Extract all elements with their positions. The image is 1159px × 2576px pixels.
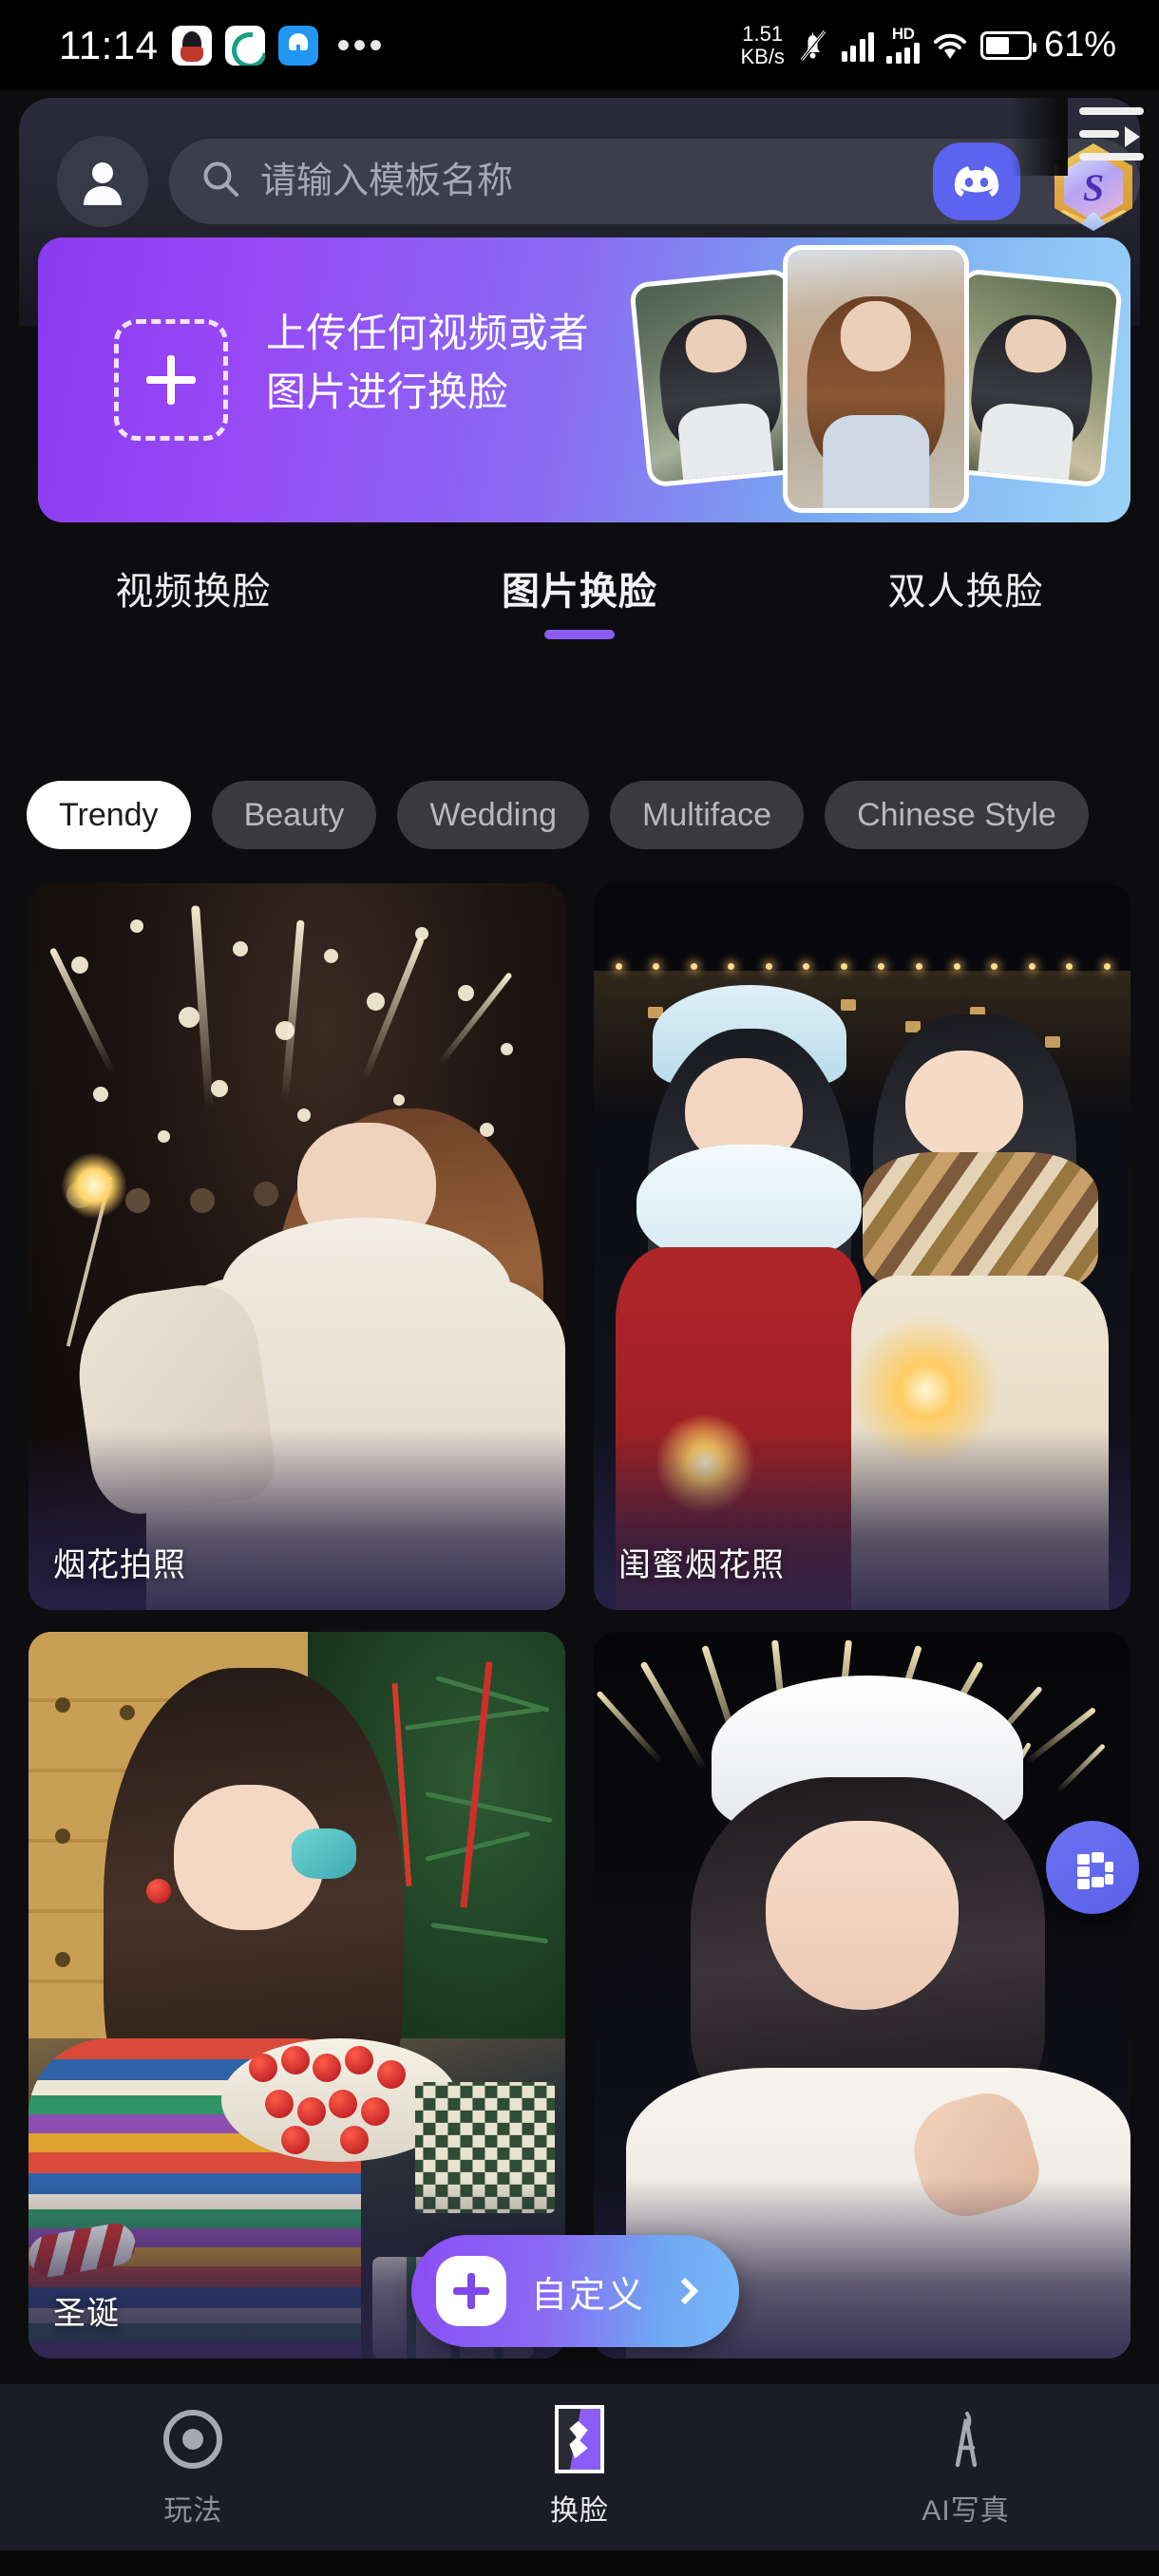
chip-wedding[interactable]: Wedding	[397, 781, 589, 849]
avatar[interactable]	[57, 136, 148, 227]
search-icon	[201, 160, 241, 204]
customize-label: 自定义	[531, 2275, 646, 2316]
target-ring-icon	[159, 2405, 227, 2473]
bottom-nav-item-gameplay[interactable]: 玩法	[0, 2384, 387, 2529]
3d-mode-button[interactable]	[1046, 1821, 1139, 1914]
template-label: 闺蜜烟花照	[618, 1547, 785, 1583]
signal-bars-icon	[841, 29, 875, 62]
tab-duo-faceswap[interactable]: 双人换脸	[772, 560, 1159, 616]
discord-icon	[954, 166, 999, 197]
plus-icon	[114, 319, 228, 441]
battery-icon	[979, 30, 1036, 60]
bottom-nav-label: AI写真	[922, 2495, 1010, 2527]
chip-label: Wedding	[429, 796, 557, 833]
system-status-bar: 11:14 ••• 1.51 KB/s HD 61%	[0, 0, 1159, 90]
chip-label: Trendy	[59, 796, 159, 833]
active-tab-indicator	[543, 630, 615, 639]
tab-label: 视频换脸	[115, 571, 272, 613]
status-clock: 11:14	[59, 22, 159, 67]
banner-preview-image	[942, 268, 1123, 488]
wifi-icon	[932, 29, 968, 62]
bottom-nav-item-ai-portrait[interactable]: AI写真	[772, 2384, 1159, 2529]
ai-portrait-icon	[932, 2405, 1000, 2473]
battery-percent: 61%	[1043, 25, 1116, 65]
template-label: 圣诞	[53, 2296, 120, 2332]
network-speed-unit: KB/s	[740, 44, 785, 68]
bottom-nav-item-faceswap[interactable]: 换脸	[387, 2384, 773, 2529]
network-speed: 1.51 KB/s	[740, 21, 785, 68]
filter-list-icon[interactable]	[1079, 107, 1144, 161]
banner-preview-image	[783, 245, 969, 513]
chip-trendy[interactable]: Trendy	[27, 781, 191, 849]
tab-video-faceswap[interactable]: 视频换脸	[0, 560, 387, 616]
chip-multiface[interactable]: Multiface	[610, 781, 805, 849]
user-avatar-icon	[84, 162, 122, 205]
3d-cube-icon	[1077, 1852, 1113, 1889]
face-swap-icon	[545, 2405, 614, 2473]
template-grid: 烟花拍照 闺蜜烟花照 圣诞	[28, 883, 1130, 2384]
hd-label: HD	[891, 25, 915, 43]
upload-banner[interactable]: 上传任何视频或者图片进行换脸	[38, 237, 1130, 522]
chip-label: Chinese Style	[857, 796, 1056, 833]
chevron-right-icon	[671, 2277, 699, 2305]
chip-chinese-style[interactable]: Chinese Style	[825, 781, 1089, 849]
signal-bars-icon-2	[886, 41, 920, 64]
tab-label: 图片换脸	[501, 571, 657, 613]
tab-image-faceswap[interactable]: 图片换脸	[387, 560, 773, 639]
chip-label: Multiface	[642, 796, 772, 833]
mode-tabs: 视频换脸 图片换脸 双人换脸	[0, 560, 1159, 655]
chip-row-fade	[1011, 90, 1068, 176]
chip-beauty[interactable]: Beauty	[211, 781, 377, 849]
bottom-nav-label: 换脸	[549, 2495, 609, 2527]
plus-icon	[436, 2256, 506, 2326]
chip-label: Beauty	[243, 796, 345, 833]
template-card[interactable]: 闺蜜烟花照	[594, 883, 1130, 1610]
tab-label: 双人换脸	[887, 571, 1044, 613]
banner-preview-stack	[629, 237, 1123, 522]
status-bar-left: 11:14 •••	[0, 23, 386, 68]
bottom-navigation: 玩法 换脸 AI写真	[0, 2384, 1159, 2550]
search-row: S	[57, 129, 1140, 234]
discord-button[interactable]	[933, 142, 1020, 220]
status-bar-right: 1.51 KB/s HD 61%	[740, 21, 1159, 68]
qq-icon	[171, 25, 212, 66]
app-root: S 上传任何视频或者图片进行换脸 视频换脸	[0, 90, 1159, 2550]
banner-text: 上传任何视频或者图片进行换脸	[266, 311, 590, 415]
hd-signal-group: HD	[886, 25, 920, 64]
customize-button[interactable]: 自定义	[411, 2235, 739, 2347]
category-chip-row[interactable]: Trendy Beauty Wedding Multiface Chinese …	[0, 772, 1159, 858]
douyin-icon	[277, 25, 318, 66]
template-label: 烟花拍照	[53, 1547, 186, 1583]
status-overflow-dots: •••	[336, 24, 386, 66]
bell-mute-icon	[797, 27, 829, 65]
rank-badge-letter: S	[1064, 153, 1123, 221]
badge-gem-decoration	[1078, 211, 1109, 231]
wps-icon	[224, 25, 265, 66]
template-card[interactable]: 烟花拍照	[28, 883, 565, 1610]
network-speed-value: 1.51	[742, 21, 784, 46]
bottom-nav-label: 玩法	[163, 2495, 223, 2527]
